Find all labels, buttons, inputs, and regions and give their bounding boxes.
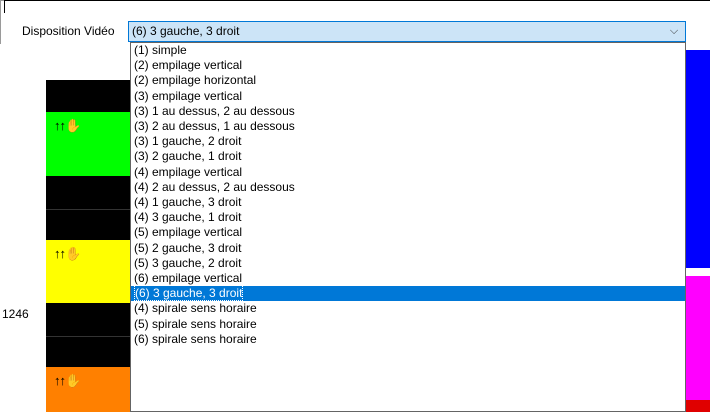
list-item[interactable]: (3) 1 au dessus, 2 au dessous [131,104,685,119]
list-item[interactable]: (3) 1 gauche, 2 droit [131,134,685,149]
list-item[interactable]: (1) simple [131,43,685,58]
track-separator [46,209,130,241]
list-item[interactable]: (3) 2 gauche, 1 droit [131,149,685,164]
list-item[interactable]: (2) empilage vertical [131,58,685,73]
up-arrows-hand-icon[interactable]: ↑↑✋ [54,118,81,134]
list-item-label: (4) 1 gauche, 3 droit [134,195,242,209]
list-item-label: (2) empilage vertical [134,58,243,73]
list-item[interactable]: (5) 3 gauche, 2 droit [131,256,685,271]
list-item-label: (3) 1 au dessus, 2 au dessous [134,103,295,118]
list-item-label: (4) 2 au dessus, 2 au dessous [134,179,295,194]
list-item[interactable]: (3) 2 au dessus, 1 au dessous [131,119,685,134]
disposition-label: Disposition Vidéo [22,24,115,38]
panel-number: 1246 [2,307,29,321]
list-item-label: (2) empilage horizontal [134,73,257,88]
list-item-label: (5) spirale sens horaire [134,316,257,331]
track-separator [46,80,130,112]
list-item-label: (4) empilage vertical [134,164,243,179]
list-item-label: (5) 2 gauche, 3 droit [134,240,242,255]
up-arrows-hand-icon[interactable]: ↑↑✋ [54,373,81,389]
list-item[interactable]: (6) empilage vertical [131,271,685,286]
right-gap [686,268,710,276]
video-track-strip: ↑↑✋ ↑↑✋ ↑↑✋ [46,80,130,412]
right-blue-block [686,50,710,268]
list-item[interactable]: (6) spirale sens horaire [131,332,685,347]
list-item[interactable]: (4) 1 gauche, 3 droit [131,195,685,210]
list-item[interactable]: (4) empilage vertical [131,165,685,180]
disposition-selected-value: (6) 3 gauche, 3 droit [132,24,240,38]
track-orange[interactable]: ↑↑✋ [46,367,130,412]
right-magenta-block [686,276,710,400]
list-item[interactable]: (4) 2 au dessus, 2 au dessous [131,180,685,195]
left-panel: 1246 [0,44,46,412]
list-item-label: (4) spirale sens horaire [134,301,257,316]
list-item-label: (3) empilage vertical [134,88,243,103]
chevron-down-icon[interactable]: ⌵ [667,23,681,39]
list-item-label: (6) spirale sens horaire [134,331,257,346]
track-separator [46,336,130,368]
track-green[interactable]: ↑↑✋ [46,112,130,176]
right-red-block [686,400,710,412]
list-item-label: (3) 2 au dessus, 1 au dessous [134,119,295,133]
track-yellow[interactable]: ↑↑✋ [46,240,130,303]
list-item[interactable]: (3) empilage vertical [131,89,685,104]
right-color-strip [686,50,710,412]
list-item-label: (5) empilage vertical [134,225,243,240]
list-item-label: (3) 2 gauche, 1 droit [134,149,242,164]
list-item[interactable]: (4) 3 gauche, 1 droit [131,210,685,225]
list-item-label: (6) 3 gauche, 3 droit [134,285,244,302]
list-item[interactable]: (4) spirale sens horaire [131,301,685,316]
list-item[interactable]: (6) 3 gauche, 3 droit [131,285,685,302]
list-item[interactable]: (5) spirale sens horaire [131,317,685,332]
list-item[interactable]: (5) empilage vertical [131,225,685,240]
top-border [4,0,710,13]
list-item-label: (6) empilage vertical [134,271,243,285]
disposition-options-list[interactable]: (1) simple (2) empilage vertical (2) empil… [130,42,686,412]
list-item-label: (1) simple [134,43,187,57]
list-item[interactable]: (2) empilage horizontal [131,73,685,88]
up-arrows-hand-icon[interactable]: ↑↑✋ [54,246,81,262]
list-item[interactable]: (5) 2 gauche, 3 droit [131,241,685,256]
list-item-label: (5) 3 gauche, 2 droit [134,255,242,270]
list-item-label: (3) 1 gauche, 2 droit [134,134,242,149]
list-item-label: (4) 3 gauche, 1 droit [134,210,242,225]
track-separator [46,176,130,209]
track-separator [46,303,130,336]
disposition-dropdown[interactable]: (6) 3 gauche, 3 droit ⌵ [128,21,686,42]
